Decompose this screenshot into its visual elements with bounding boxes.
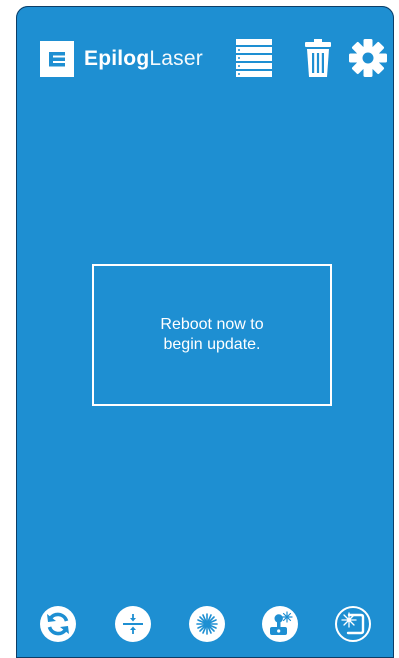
- jog-laser-button[interactable]: [262, 606, 298, 642]
- focus-icon: [123, 614, 143, 634]
- epilog-logo-mark-icon: [40, 41, 74, 77]
- update-message-line-1: Reboot now to: [160, 316, 264, 333]
- trash-icon[interactable]: [305, 39, 331, 77]
- brand-name: EpilogLaser: [84, 47, 203, 71]
- brand-name-light: Laser: [149, 47, 203, 70]
- laser-pointer-button[interactable]: [189, 606, 225, 642]
- update-message-line-2: begin update.: [163, 336, 261, 353]
- brand-name-bold: Epilog: [84, 47, 150, 70]
- gear-icon[interactable]: [349, 39, 387, 77]
- refresh-button[interactable]: [40, 606, 76, 642]
- update-message-box: Reboot now to begin update.: [92, 264, 332, 406]
- focus-button[interactable]: [115, 606, 151, 642]
- epilog-logo: EpilogLaser: [40, 41, 203, 77]
- refresh-icon: [47, 612, 69, 636]
- corner-laser-button[interactable]: [335, 606, 371, 642]
- laser-pointer-icon: [196, 613, 218, 635]
- corner-laser-icon: [341, 612, 365, 635]
- joystick-laser-icon: [270, 611, 293, 635]
- update-message: Reboot now to begin update.: [132, 315, 292, 355]
- device-screen: EpilogLaser Reboot now to begin update.: [16, 6, 394, 658]
- queue-list-icon[interactable]: [236, 39, 272, 77]
